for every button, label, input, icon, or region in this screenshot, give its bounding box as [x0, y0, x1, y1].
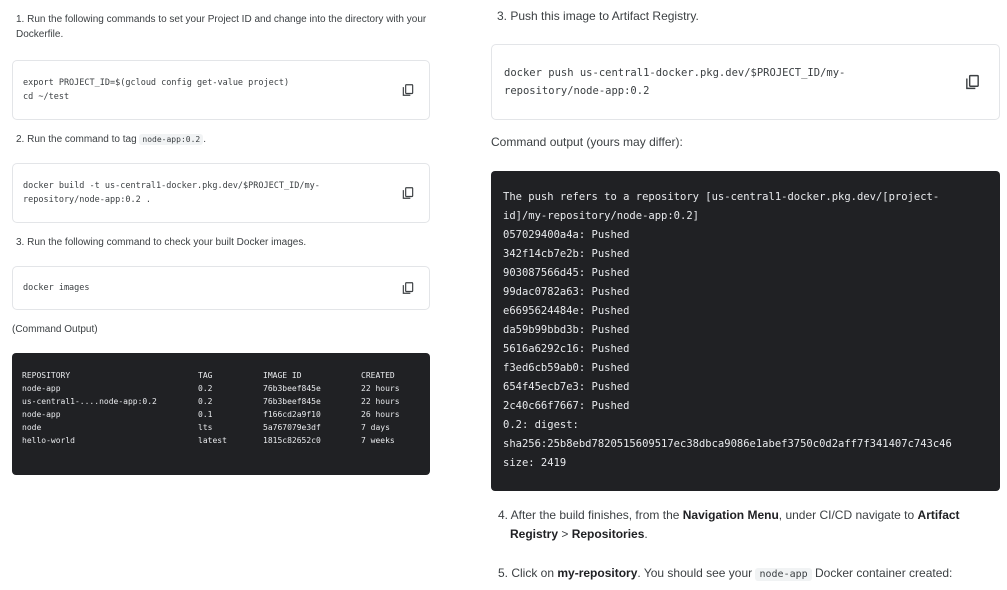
cell: 76b3beef845e — [263, 384, 321, 393]
copy-icon[interactable] — [401, 186, 415, 200]
output-line: 2c40c66f7667: Pushed — [503, 400, 630, 412]
output-line: da59b99bbd3b: Pushed — [503, 324, 630, 336]
output-line: The push refers to a repository [us-cent… — [503, 191, 940, 203]
step-3-text: 3. Run the following command to check yo… — [16, 237, 307, 248]
text-run: . — [644, 527, 648, 541]
output-line: sha256:25b8ebd7820515609517ec38dbca9086e… — [503, 438, 952, 450]
command-output-label: Command output (yours may differ): — [491, 135, 683, 149]
repositories-label: Repositories — [571, 527, 645, 541]
inline-code-tag: node-app:0.2 — [139, 134, 204, 145]
code-line: repository/node-app:0.2 — [504, 85, 650, 97]
cell: 22 hours — [361, 397, 400, 406]
output-line: f3ed6cb59ab0: Pushed — [503, 362, 630, 374]
table-row: node lts 5a767079e3df 7 days — [22, 421, 420, 434]
code-line: cd ~/test — [23, 92, 70, 102]
cell: 5a767079e3df — [263, 423, 321, 432]
images-table: REPOSITORY TAG IMAGE ID CREATED node-app… — [22, 369, 420, 447]
output-line: 654f45ecb7e3: Pushed — [503, 381, 630, 393]
step-1-text: 1. Run the following commands to set you… — [16, 14, 427, 40]
step-4-text: 4. After the build finishes, from the Na… — [498, 506, 993, 544]
cell: 22 hours — [361, 384, 400, 393]
table-row: us-central1-....node-app:0.2 0.2 76b3bee… — [22, 395, 420, 408]
code-block-docker-build: docker build -t us-central1-docker.pkg.d… — [12, 163, 430, 223]
artifact-label: Artifact — [917, 508, 960, 522]
docker-images-output: REPOSITORY TAG IMAGE ID CREATED node-app… — [12, 353, 430, 475]
table-row: node-app 0.2 76b3beef845e 22 hours — [22, 382, 420, 395]
cell: lts — [198, 423, 213, 432]
output-line: 0.2: digest: — [503, 419, 579, 431]
cell: us-central1-....node-app:0.2 — [22, 397, 157, 406]
table-row: node-app 0.1 f166cd2a9f10 26 hours — [22, 408, 420, 421]
header-repository: REPOSITORY — [22, 371, 71, 380]
inline-code-node-app: node-app — [755, 568, 812, 581]
my-repository-label: my-repository — [557, 566, 638, 580]
output-line: id]/my-repository/node-app:0.2] — [503, 210, 699, 222]
cell: latest — [198, 436, 227, 445]
text-run: > — [558, 527, 572, 541]
text-run: . You should see your — [637, 566, 756, 580]
cell: node-app — [22, 384, 61, 393]
copy-icon[interactable] — [401, 281, 415, 295]
registry-label: Registry — [510, 527, 559, 541]
cell: 26 hours — [361, 410, 400, 419]
text-run: 5. Click on — [498, 566, 558, 580]
code-line: docker build -t us-central1-docker.pkg.d… — [23, 181, 320, 191]
cell: hello-world — [22, 436, 75, 445]
step-3-push-text: 3. Push this image to Artifact Registry. — [497, 9, 699, 23]
step-2-text: 2. Run the command to tag node-app:0.2. — [16, 132, 206, 147]
cell: 0.2 — [198, 397, 213, 406]
cell: 1815c82652c0 — [263, 436, 321, 445]
code-block-set-project: export PROJECT_ID=$(gcloud config get-va… — [12, 60, 430, 120]
copy-icon[interactable] — [964, 74, 981, 91]
text-run: 4. After the build finishes, from the — [498, 508, 683, 522]
cell: 7 days — [361, 423, 390, 432]
step-5-text: 5. Click on my-repository. You should se… — [498, 566, 993, 582]
output-line: size: 2419 — [503, 457, 567, 469]
output-line: 342f14cb7e2b: Pushed — [503, 248, 630, 260]
step-2-prefix: 2. Run the command to tag — [16, 134, 140, 145]
cell: 0.2 — [198, 384, 213, 393]
table-row: hello-world latest 1815c82652c0 7 weeks — [22, 434, 420, 447]
cell: 7 weeks — [361, 436, 395, 445]
header-tag: TAG — [198, 371, 213, 380]
code-block-docker-push: docker push us-central1-docker.pkg.dev/$… — [491, 44, 1000, 120]
output-line: e6695624484e: Pushed — [503, 305, 630, 317]
header-created: CREATED — [361, 371, 395, 380]
output-label: (Command Output) — [12, 324, 98, 335]
code-line: docker images — [23, 283, 90, 293]
navigation-menu-label: Navigation Menu — [682, 508, 779, 522]
cell: 0.1 — [198, 410, 213, 419]
output-line: 903087566d45: Pushed — [503, 267, 630, 279]
step-2-suffix: . — [203, 134, 206, 145]
docker-push-output: The push refers to a repository [us-cent… — [491, 171, 1000, 491]
text-run: Docker container created: — [811, 566, 953, 580]
cell: f166cd2a9f10 — [263, 410, 321, 419]
cell: node — [22, 423, 42, 432]
cell: 76b3beef845e — [263, 397, 321, 406]
code-line: export PROJECT_ID=$(gcloud config get-va… — [23, 78, 290, 88]
code-line: docker push us-central1-docker.pkg.dev/$… — [504, 67, 846, 79]
copy-icon[interactable] — [401, 83, 415, 97]
table-header-row: REPOSITORY TAG IMAGE ID CREATED — [22, 369, 420, 382]
cell: node-app — [22, 410, 61, 419]
output-line: 99dac0782a63: Pushed — [503, 286, 630, 298]
output-line: 5616a6292c16: Pushed — [503, 343, 630, 355]
header-image-id: IMAGE ID — [263, 371, 302, 380]
text-run: , under CI/CD navigate to — [778, 508, 918, 522]
output-line: 057029400a4a: Pushed — [503, 229, 630, 241]
code-block-docker-images: docker images — [12, 266, 430, 310]
code-line: repository/node-app:0.2 . — [23, 195, 151, 205]
